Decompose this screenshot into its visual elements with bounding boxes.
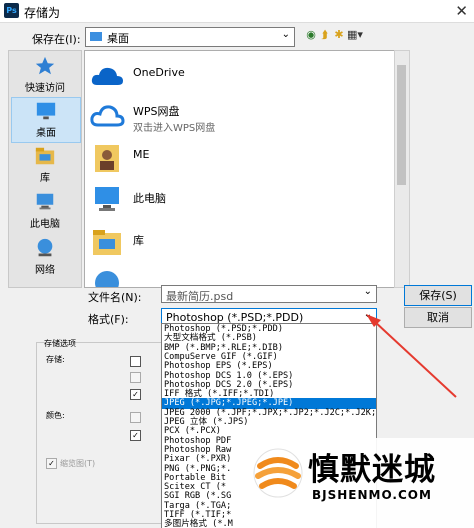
watermark-subtext: BJSHENMO.COM <box>312 488 432 502</box>
watermark: 慎默迷城 BJSHENMO.COM <box>246 438 474 528</box>
watermark-text: 慎默迷城 <box>308 452 436 488</box>
watermark-logo <box>253 448 303 498</box>
save-as-dialog: Ps 存储为 ✕ 保存在(I): 桌面 ⌄ ◉ ⮭ ✱ ▦▾ 快速访问 桌面 库… <box>0 0 474 528</box>
